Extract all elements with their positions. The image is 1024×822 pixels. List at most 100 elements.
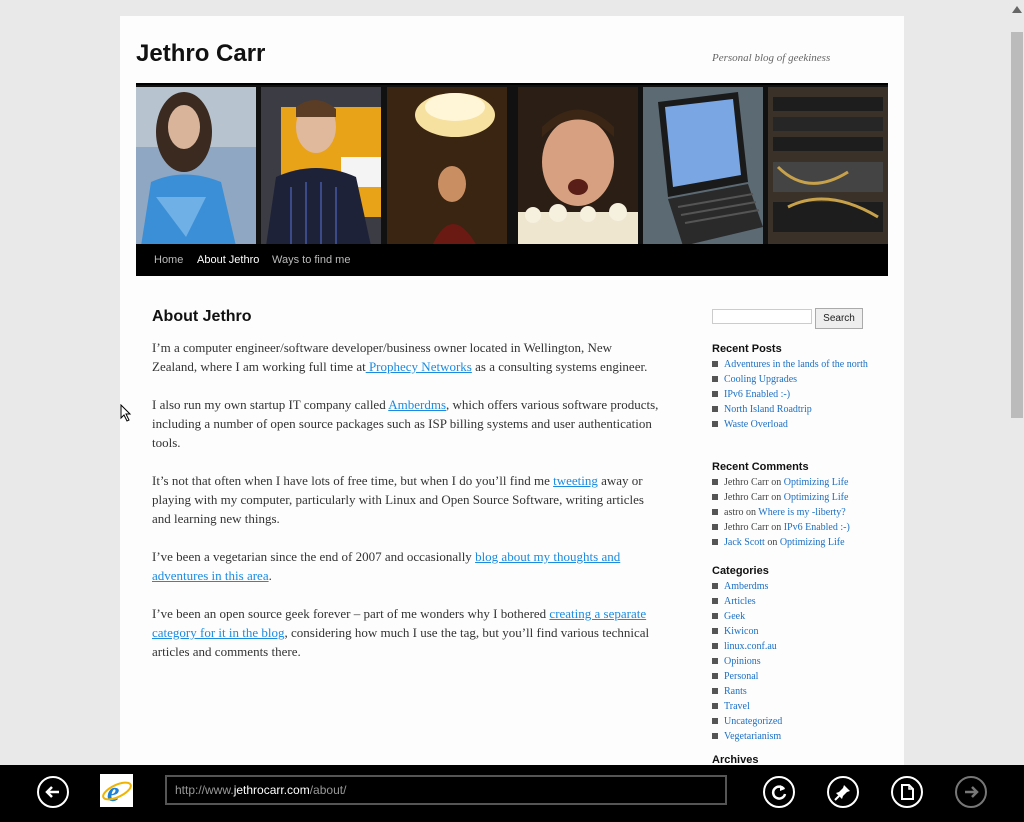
recent-posts-list: Adventures in the lands of the north Coo… — [712, 357, 872, 432]
list-item: Jethro Carr on IPv6 Enabled :-) — [712, 520, 872, 535]
list-item: Geek — [712, 609, 872, 624]
recent-post-link[interactable]: IPv6 Enabled :-) — [724, 389, 790, 400]
banner-photo-4 — [518, 87, 638, 246]
pin-icon — [834, 785, 850, 801]
p4-text-end: . — [268, 568, 272, 583]
comment-author: Jethro Carr — [724, 522, 769, 533]
comment-on: on — [768, 522, 784, 533]
comment-post-link[interactable]: Where is my -liberty? — [758, 507, 845, 518]
url-suffix: /about/ — [309, 783, 347, 797]
category-link[interactable]: Articles — [724, 596, 756, 607]
recent-post-link[interactable]: Waste Overload — [724, 419, 788, 430]
list-item: Rants — [712, 684, 872, 699]
category-link[interactable]: Vegetarianism — [724, 731, 781, 742]
comment-on: on — [764, 537, 780, 548]
list-item: Adventures in the lands of the north — [712, 357, 872, 372]
comment-post-link[interactable]: Optimizing Life — [784, 477, 849, 488]
category-link[interactable]: Rants — [724, 686, 747, 697]
svg-text:e: e — [107, 777, 119, 807]
nav-ways-to-find-me[interactable]: Ways to find me — [272, 254, 350, 266]
category-link[interactable]: Travel — [724, 701, 750, 712]
category-link[interactable]: Amberdms — [724, 581, 768, 592]
comment-post-link[interactable]: IPv6 Enabled :-) — [784, 522, 850, 533]
recent-comments-title: Recent Comments — [712, 461, 809, 473]
banner-photo-6 — [768, 87, 888, 246]
list-item: North Island Roadtrip — [712, 402, 872, 417]
list-item: Vegetarianism — [712, 729, 872, 744]
categories-title: Categories — [712, 565, 769, 577]
comment-on: on — [743, 507, 759, 518]
prophecy-networks-link[interactable]: Prophecy Networks — [366, 359, 472, 374]
category-link[interactable]: Personal — [724, 671, 758, 682]
internet-explorer-logo-icon[interactable]: e — [100, 774, 133, 808]
url-prefix: http://www. — [175, 783, 234, 797]
category-link[interactable]: Kiwicon — [724, 626, 758, 637]
site-title[interactable]: Jethro Carr — [136, 40, 265, 68]
list-item: Jack Scott on Optimizing Life — [712, 535, 872, 550]
comment-author: Jethro Carr — [724, 477, 769, 488]
nav-about-jethro[interactable]: About Jethro — [197, 254, 259, 266]
page-tools-button[interactable] — [891, 776, 923, 808]
banner-photo-3 — [387, 87, 507, 246]
page-icon — [901, 784, 914, 800]
p2-text: I also run my own startup IT company cal… — [152, 397, 389, 412]
archives-title: Archives — [712, 754, 759, 765]
comment-on: on — [768, 492, 784, 503]
list-item: Articles — [712, 594, 872, 609]
paragraph-3: It’s not that often when I have lots of … — [152, 471, 660, 528]
comment-on: on — [768, 477, 784, 488]
scroll-thumb[interactable] — [1011, 32, 1023, 418]
url-host: jethrocarr.com — [233, 783, 310, 797]
search-input[interactable] — [712, 309, 812, 324]
list-item: Amberdms — [712, 579, 872, 594]
recent-post-link[interactable]: Adventures in the lands of the north — [724, 359, 868, 370]
list-item: Uncategorized — [712, 714, 872, 729]
list-item: linux.conf.au — [712, 639, 872, 654]
address-bar[interactable]: http://www.jethrocarr.com/about/ — [165, 775, 727, 805]
back-button[interactable] — [37, 776, 69, 808]
recent-post-link[interactable]: Cooling Upgrades — [724, 374, 797, 385]
p3-text: It’s not that often when I have lots of … — [152, 473, 554, 488]
paragraph-4: I’ve been a vegetarian since the end of … — [152, 547, 660, 585]
list-item: Jethro Carr on Optimizing Life — [712, 490, 872, 505]
main-content: About Jethro I’m a computer engineer/sof… — [152, 308, 672, 680]
category-link[interactable]: linux.conf.au — [724, 641, 777, 652]
category-link[interactable]: Geek — [724, 611, 745, 622]
banner-photo-2 — [261, 87, 381, 246]
comment-author-link[interactable]: Jack Scott — [724, 537, 765, 548]
comment-post-link[interactable]: Optimizing Life — [784, 492, 849, 503]
list-item: Jethro Carr on Optimizing Life — [712, 475, 872, 490]
recent-posts-title: Recent Posts — [712, 343, 782, 355]
nav-home[interactable]: Home — [154, 254, 183, 266]
recent-post-link[interactable]: North Island Roadtrip — [724, 404, 812, 415]
recent-comments-list: Jethro Carr on Optimizing Life Jethro Ca… — [712, 475, 872, 550]
comment-author: Jethro Carr — [724, 492, 769, 503]
refresh-button[interactable] — [763, 776, 795, 808]
browser-toolbar: e http://www.jethrocarr.com/about/ — [0, 765, 1024, 822]
search-button[interactable]: Search — [815, 308, 863, 329]
refresh-icon — [771, 785, 787, 800]
p1-text-end: as a consulting systems engineer. — [471, 359, 648, 374]
list-item: Travel — [712, 699, 872, 714]
vertical-scrollbar[interactable] — [1010, 0, 1024, 765]
pin-site-button[interactable] — [827, 776, 859, 808]
back-arrow-icon — [45, 786, 59, 798]
banner-photo-5 — [643, 87, 763, 246]
scroll-up-arrow-icon[interactable] — [1012, 6, 1022, 13]
forward-arrow-icon — [965, 786, 979, 798]
forward-button[interactable] — [955, 776, 987, 808]
categories-list: Amberdms Articles Geek Kiwicon linux.con… — [712, 579, 872, 744]
paragraph-1: I’m a computer engineer/software develop… — [152, 338, 660, 376]
amberdms-link[interactable]: Amberdms — [388, 397, 446, 412]
tweeting-link[interactable]: tweeting — [553, 473, 598, 488]
p4-text: I’ve been a vegetarian since the end of … — [152, 549, 476, 564]
category-link[interactable]: Opinions — [724, 656, 761, 667]
page-container: Jethro Carr Personal blog of geekiness H… — [120, 16, 904, 765]
list-item: Cooling Upgrades — [712, 372, 872, 387]
list-item: Waste Overload — [712, 417, 872, 432]
comment-post-link[interactable]: Optimizing Life — [780, 537, 845, 548]
paragraph-5: I’ve been an open source geek forever – … — [152, 604, 660, 661]
header-banner — [136, 83, 888, 246]
category-link[interactable]: Uncategorized — [724, 716, 782, 727]
comment-author: astro — [724, 507, 744, 518]
